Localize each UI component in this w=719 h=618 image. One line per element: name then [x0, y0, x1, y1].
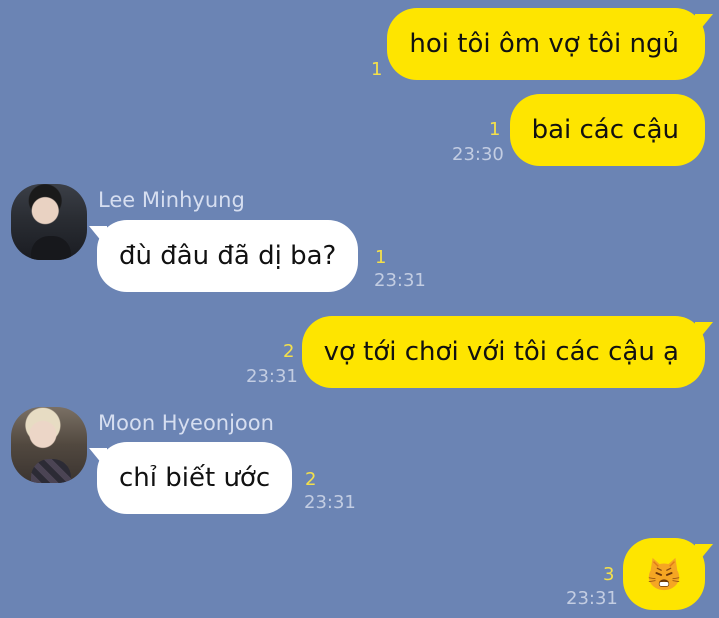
- message-text: hoi tôi ôm vợ tôi ngủ: [409, 29, 679, 59]
- avatar-figure: [31, 236, 71, 260]
- chat-area: hoi tôi ôm vợ tôi ngủ 1 bai các cậu 1 23…: [0, 0, 719, 618]
- message-timestamp: 23:31: [374, 270, 426, 291]
- cat-face-icon: [648, 557, 680, 591]
- sender-name: Moon Hyeonjoon: [98, 411, 274, 435]
- sender-name: Lee Minhyung: [98, 188, 245, 212]
- bubble-tail: [695, 14, 713, 36]
- message-text: vợ tới chơi với tôi các cậu ạ: [323, 337, 679, 367]
- message-text: bai các cậu: [531, 115, 679, 145]
- message-bubble-outgoing[interactable]: vợ tới chơi với tôi các cậu ạ: [301, 316, 705, 388]
- message-timestamp: 23:31: [246, 366, 298, 387]
- unread-count: 3: [603, 564, 615, 585]
- message-text: đù đâu đã dị ba?: [119, 241, 337, 271]
- unread-count: 1: [375, 247, 387, 268]
- message-timestamp: 23:31: [566, 588, 618, 609]
- unread-count: 1: [489, 119, 501, 140]
- unread-count: 2: [305, 469, 317, 490]
- bubble-tail: [695, 544, 713, 566]
- avatar[interactable]: [11, 184, 87, 260]
- message-bubble-outgoing[interactable]: bai các cậu: [509, 94, 705, 166]
- unread-count: 2: [283, 341, 295, 362]
- bubble-tail: [695, 322, 713, 344]
- message-timestamp: 23:30: [452, 144, 504, 165]
- message-bubble-incoming[interactable]: đù đâu đã dị ba?: [97, 220, 359, 292]
- message-text: chỉ biết ước: [119, 463, 271, 493]
- unread-count: 1: [371, 59, 383, 80]
- avatar-figure: [31, 459, 71, 483]
- message-bubble-outgoing[interactable]: [623, 538, 705, 610]
- message-timestamp: 23:31: [304, 492, 356, 513]
- message-bubble-outgoing[interactable]: hoi tôi ôm vợ tôi ngủ: [387, 8, 705, 80]
- message-bubble-incoming[interactable]: chỉ biết ước: [97, 442, 293, 514]
- avatar[interactable]: [11, 407, 87, 483]
